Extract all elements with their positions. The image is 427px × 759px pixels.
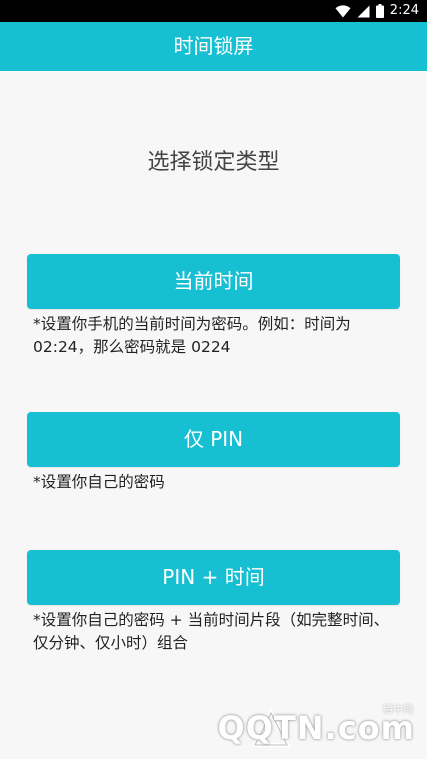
signal-icon [357, 5, 370, 17]
status-bar: 2:24 [0, 0, 427, 22]
lock-type-heading: 选择锁定类型 [147, 150, 280, 175]
app-bar: 时间锁屏 [0, 22, 427, 71]
watermark-text: QQTN.com [217, 709, 415, 747]
pin-only-description: *设置你自己的密码 [33, 473, 165, 491]
status-time: 2:24 [389, 3, 419, 18]
app-title: 时间锁屏 [173, 34, 254, 58]
current-time-description: *设置你手机的当前时间为密码。例如：时间为 02:24，那么密码就是 0224 [33, 315, 351, 356]
status-icons: 2:24 [335, 2, 419, 20]
battery-icon [375, 4, 384, 18]
watermark: 腾牛网 QQTN.com [218, 701, 419, 753]
wifi-icon [335, 4, 351, 17]
pin-plus-time-description: *设置你自己的密码 + 当前时间片段（如完整时间、仅分钟、仅小时）组合 [33, 611, 390, 652]
pin-plus-time-button[interactable]: PIN + 时间 [27, 550, 400, 605]
pin-only-button[interactable]: 仅 PIN [27, 412, 400, 467]
current-time-button[interactable]: 当前时间 [27, 254, 400, 309]
